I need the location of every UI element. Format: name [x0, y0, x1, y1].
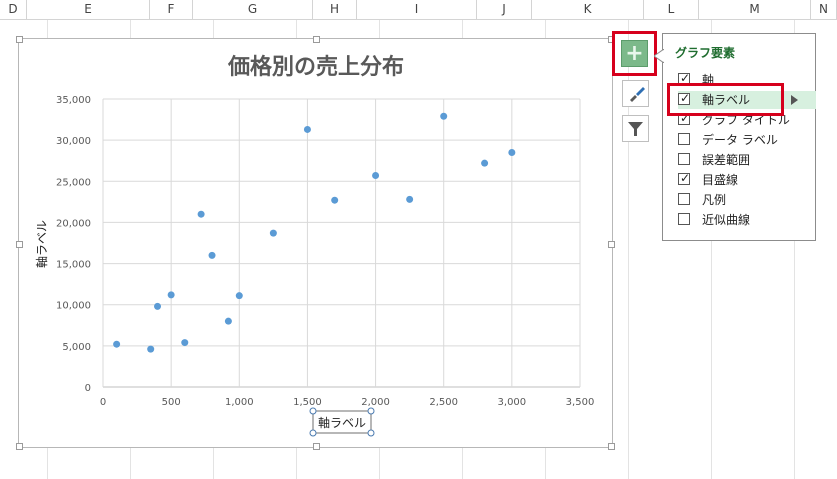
y-axis-label[interactable]: 軸ラベル	[35, 220, 49, 268]
panel-item-trendline[interactable]: 近似曲線	[678, 211, 816, 229]
data-point[interactable]	[167, 291, 175, 299]
data-point[interactable]	[224, 317, 232, 325]
column-header-h[interactable]: H	[313, 0, 357, 19]
column-header-g[interactable]: G	[193, 0, 313, 19]
y-tick-label: 15,000	[56, 260, 91, 271]
x-tick-label: 2,000	[361, 397, 390, 408]
selection-handle[interactable]	[309, 429, 317, 437]
resize-handle-bottom[interactable]	[313, 443, 320, 450]
checkbox-gridlines[interactable]: ✓	[678, 171, 691, 185]
x-tick-label: 2,500	[429, 397, 458, 408]
y-tick-label: 10,000	[56, 301, 91, 312]
triangle-right-icon[interactable]	[791, 95, 799, 105]
panel-item-gridlines[interactable]: ✓ 目盛線	[678, 171, 816, 189]
data-point[interactable]	[197, 210, 205, 218]
x-tick-label: 1,500	[293, 397, 322, 408]
data-point[interactable]	[303, 125, 311, 133]
y-tick-label: 35,000	[56, 95, 91, 106]
column-header-i[interactable]: I	[357, 0, 477, 19]
checkbox-legend[interactable]	[678, 193, 690, 205]
x-tick-label: 0	[100, 397, 106, 408]
x-tick-label: 1,000	[225, 397, 254, 408]
data-point[interactable]	[481, 159, 489, 167]
scatter-chart: 価格別の売上分布 0 5,000 10,000 15,000 20,000 25,000 3…	[35, 54, 594, 437]
x-axis-label[interactable]: 軸ラベル	[318, 416, 366, 430]
y-tick-label: 0	[85, 383, 91, 394]
resize-handle-right[interactable]	[608, 241, 615, 248]
chart-filters-button[interactable]	[622, 115, 649, 142]
x-tick-label: 3,500	[566, 397, 595, 408]
chart-title[interactable]: 価格別の売上分布	[227, 54, 404, 80]
selection-handle[interactable]	[367, 407, 375, 415]
column-header-k[interactable]: K	[532, 0, 644, 19]
data-point[interactable]	[406, 195, 414, 203]
data-point[interactable]	[181, 339, 189, 347]
column-header-e[interactable]: E	[27, 0, 150, 19]
plot-area[interactable]: 0 5,000 10,000 15,000 20,000 25,000 30,000 35,0…	[56, 95, 594, 408]
panel-title: グラフ要素	[675, 46, 736, 60]
checkbox-trendline[interactable]	[678, 213, 690, 225]
data-point[interactable]	[508, 148, 516, 156]
chart-area[interactable]: 価格別の売上分布 0 5,000 10,000 15,000 20,000 25,000 3…	[16, 36, 615, 450]
column-header-f[interactable]: F	[150, 0, 193, 19]
y-tick-label: 30,000	[56, 136, 91, 147]
highlight-box-elements-button	[612, 31, 657, 76]
resize-handle-bottom-right[interactable]	[608, 443, 615, 450]
highlight-box-axis-titles	[667, 83, 784, 116]
column-header-j[interactable]: J	[477, 0, 532, 19]
data-point[interactable]	[440, 112, 448, 120]
y-tick-label: 20,000	[56, 218, 91, 229]
column-header-n[interactable]: N	[811, 0, 837, 19]
column-header: D E F G H I J K L M N	[0, 0, 837, 20]
resize-handle-top[interactable]	[313, 36, 320, 43]
column-header-d[interactable]: D	[0, 0, 27, 19]
checkmark-icon: ✓	[679, 171, 691, 185]
data-point[interactable]	[235, 292, 243, 300]
data-point[interactable]	[113, 340, 121, 348]
y-tick-label: 25,000	[56, 177, 91, 188]
data-point[interactable]	[372, 172, 380, 180]
panel-item-error-bars[interactable]: 誤差範囲	[678, 151, 816, 169]
selection-handle[interactable]	[309, 407, 317, 415]
x-tick-label: 3,000	[498, 397, 527, 408]
brush-icon	[630, 87, 645, 102]
resize-handle-top-left[interactable]	[16, 36, 23, 43]
data-point[interactable]	[208, 251, 216, 259]
resize-handle-bottom-left[interactable]	[16, 443, 23, 450]
data-point[interactable]	[147, 345, 155, 353]
column-header-l[interactable]: L	[644, 0, 699, 19]
panel-pointer	[654, 49, 664, 63]
y-tick-label: 5,000	[62, 342, 91, 353]
column-header-m[interactable]: M	[699, 0, 811, 19]
checkbox-data-labels[interactable]	[678, 133, 690, 145]
data-point[interactable]	[331, 196, 339, 204]
selection-handle[interactable]	[367, 429, 375, 437]
funnel-icon	[628, 122, 643, 136]
checkmark-icon: ✓	[679, 71, 691, 85]
data-point[interactable]	[269, 229, 277, 237]
checkbox-error-bars[interactable]	[678, 153, 690, 165]
chart-styles-button[interactable]	[622, 80, 649, 107]
panel-item-legend[interactable]: 凡例	[678, 191, 816, 209]
resize-handle-left[interactable]	[16, 241, 23, 248]
data-point[interactable]	[154, 302, 162, 310]
panel-item-data-labels[interactable]: データ ラベル	[678, 131, 816, 149]
chart-elements-panel: グラフ要素 ✓ 軸 ✓ 軸ラベル ✓ グラフ タイトル データ ラベル 誤差範囲…	[654, 33, 816, 241]
x-tick-label: 500	[162, 397, 181, 408]
